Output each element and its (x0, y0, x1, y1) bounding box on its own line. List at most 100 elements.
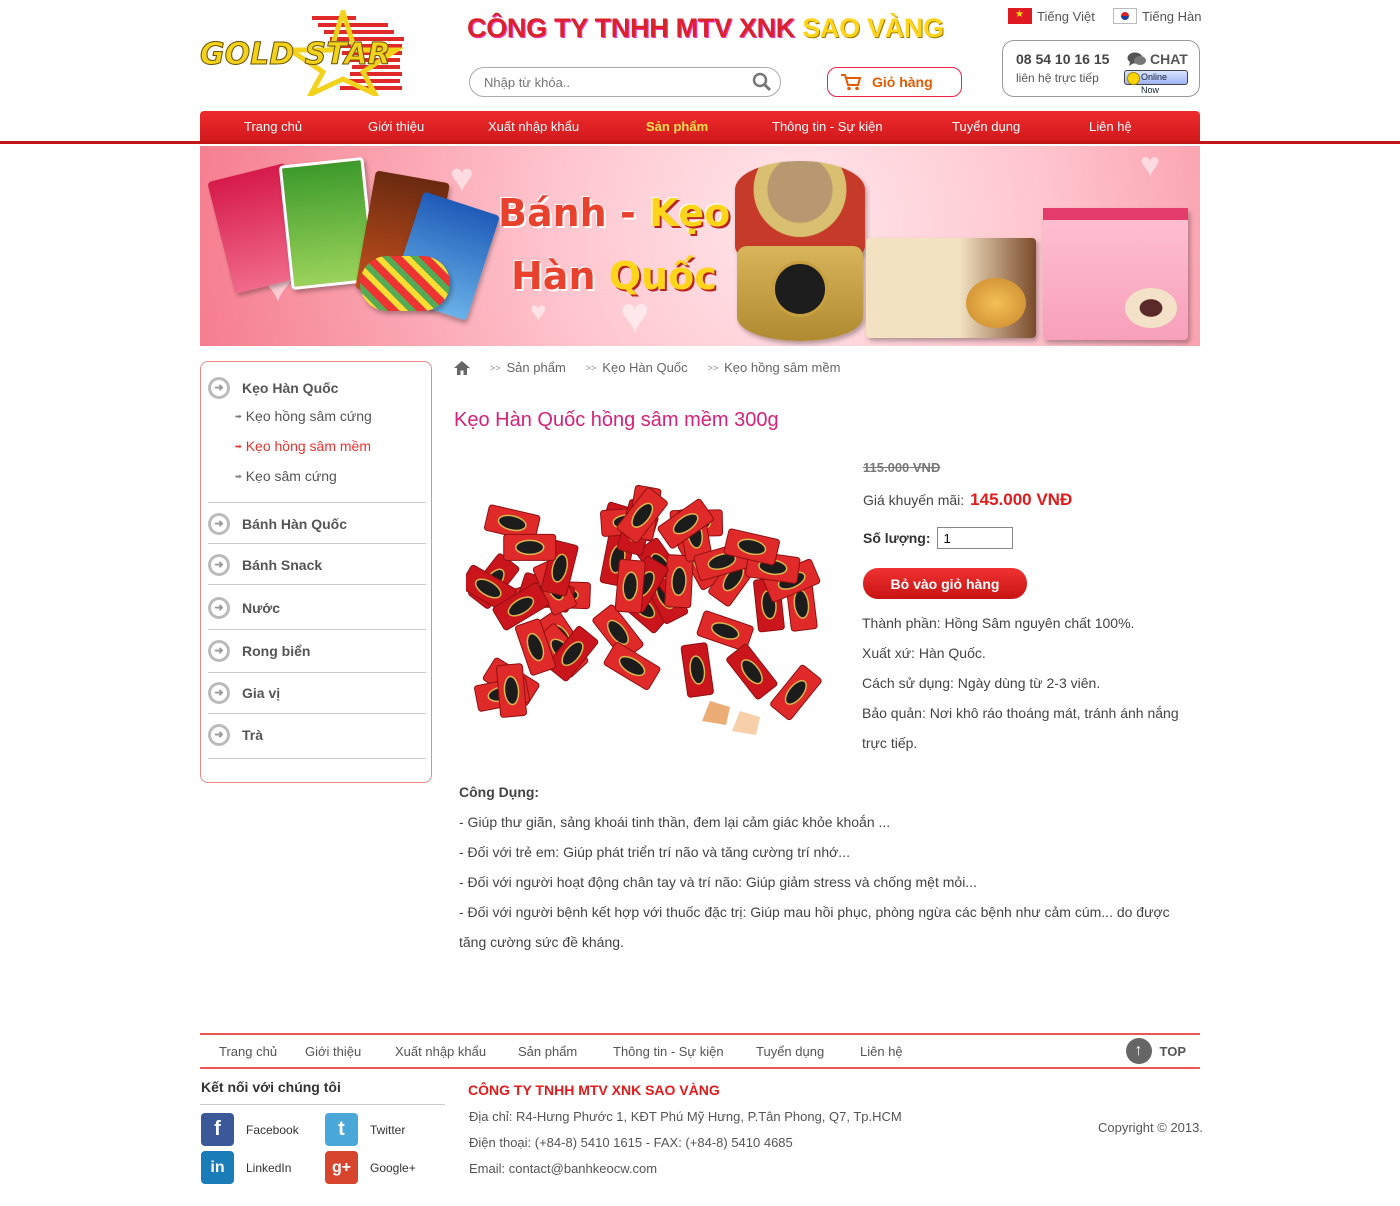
footer-company-name: CÔNG TY TNHH MTV XNK SAO VÀNG (468, 1082, 720, 1098)
arrow-circle-icon: ➜ (208, 513, 230, 535)
category-sidebar: ➜ Kẹo Hàn Quốc ➡ Kẹo hồng sâm cứng ➡ Kẹo… (200, 361, 432, 783)
arrow-circle-icon: ➜ (208, 597, 230, 619)
breadcrumb: >> Sản phẩm >> Kẹo Hàn Quốc >> Kẹo hồng … (454, 360, 840, 375)
nav-products[interactable]: Sản phẩm (646, 119, 708, 134)
breadcrumb-products[interactable]: Sản phẩm (507, 360, 566, 375)
nav-import-export[interactable]: Xuất nhập khẩu (488, 119, 579, 134)
breadcrumb-korean-candy[interactable]: Kẹo Hàn Quốc (602, 360, 687, 375)
original-price: 115.000 VNĐ (863, 460, 941, 475)
footer-address: Địa chỉ: R4-Hưng Phước 1, KĐT Phú Mỹ Hưn… (469, 1109, 902, 1124)
footer-nav-about[interactable]: Giới thiệu (305, 1044, 361, 1059)
footer-nav-import-export[interactable]: Xuất nhập khẩu (395, 1044, 486, 1059)
chat-bubble-icon (1127, 52, 1146, 66)
product-benefits: Công Dụng: - Giúp thư giãn, sảng khoái t… (459, 777, 1189, 957)
cart-icon (841, 74, 862, 91)
spec-ingredients: Thành phần: Hồng Sâm nguyên chất 100%. (862, 615, 1135, 631)
quantity-input[interactable] (936, 527, 1013, 549)
benefits-title: Công Dụng: (459, 784, 540, 800)
footer-nav-careers[interactable]: Tuyển dụng (756, 1044, 824, 1059)
category-korean-candy-link[interactable]: ➜ Kẹo Hàn Quốc (208, 377, 338, 399)
nav-about[interactable]: Giới thiệu (368, 119, 424, 134)
footer-phone: Điện thoại: (+84-8) 5410 1615 - FAX: (+8… (469, 1135, 793, 1150)
nav-contact[interactable]: Liên hệ (1089, 119, 1132, 134)
cart-button[interactable]: Giỏ hàng (827, 67, 962, 97)
product-specs: Thành phần: Hồng Sâm nguyên chất 100%. X… (862, 608, 1192, 758)
bullet-arrow-icon: ➡ (235, 441, 242, 451)
footer-nav-contact[interactable]: Liên hệ (860, 1044, 903, 1059)
category-spices[interactable]: ➜ Gia vị (208, 674, 426, 714)
svg-text:GOLD STAR: GOLD STAR (200, 37, 391, 72)
korea-flag-icon (1113, 8, 1137, 24)
home-icon[interactable] (454, 360, 470, 375)
category-korean-candy: ➜ Kẹo Hàn Quốc ➡ Kẹo hồng sâm cứng ➡ Kẹo… (208, 362, 426, 503)
hotline-caption: liên hệ trực tiếp (1016, 71, 1099, 85)
spec-usage: Cách sử dụng: Ngày dùng từ 2-3 viên. (862, 675, 1101, 691)
search-icon[interactable] (752, 72, 772, 92)
vietnam-flag-icon (1008, 8, 1032, 24)
arrow-circle-icon: ➜ (208, 682, 230, 704)
quantity-row: Số lượng: (863, 527, 1013, 549)
online-now-button[interactable]: Online Now (1124, 70, 1188, 95)
google-plus-icon: g+ (325, 1151, 358, 1184)
linkedin-icon: in (201, 1151, 234, 1184)
product-image[interactable] (466, 478, 826, 743)
add-to-cart-button[interactable]: Bỏ vào giỏ hàng (863, 568, 1027, 599)
seaweed-tin-image (737, 246, 863, 341)
footer-nav-news-events[interactable]: Thông tin - Sự kiện (613, 1044, 724, 1059)
benefit-item: - Đối với trẻ em: Giúp phát triển trí nã… (459, 844, 850, 860)
mixed-candy-image (360, 256, 450, 311)
chocolate-snack-box-image (866, 238, 1036, 338)
category-seaweed[interactable]: ➜ Rong biển (208, 631, 426, 673)
logo[interactable]: GOLD STAR (200, 3, 406, 100)
chat-link[interactable]: CHAT (1127, 51, 1188, 67)
social-linkedin[interactable]: in LinkedIn (201, 1151, 291, 1184)
benefit-item: - Đối với người bệnh kết hợp với thuốc đ… (459, 904, 1170, 950)
divider (200, 1104, 445, 1105)
footer-nav: Trang chủ Giới thiệu Xuất nhập khẩu Sản … (200, 1033, 1200, 1069)
arrow-circle-icon: ➜ (208, 640, 230, 662)
facebook-icon: f (201, 1113, 234, 1146)
footer-nav-products[interactable]: Sản phẩm (518, 1044, 577, 1059)
nav-home[interactable]: Trang chủ (244, 119, 302, 134)
copyright: Copyright © 2013. (1098, 1120, 1203, 1135)
category-drinks[interactable]: ➜ Nước (208, 586, 426, 630)
footer-email[interactable]: Email: contact@banhkeocw.com (469, 1161, 657, 1176)
social-facebook[interactable]: f Facebook (201, 1113, 299, 1146)
lang-korean[interactable]: Tiếng Hàn (1113, 8, 1202, 24)
arrow-circle-icon: ➜ (208, 724, 230, 746)
social-google-plus[interactable]: g+ Google+ (325, 1151, 416, 1184)
company-title: CÔNG TY TNHH MTV XNK SAO VÀNG (467, 13, 944, 43)
search-input[interactable] (484, 68, 744, 96)
subcategory-hard-red-ginseng[interactable]: ➡ Kẹo hồng sâm cứng (235, 408, 372, 424)
mochi-box-image (1043, 208, 1188, 340)
promo-price-row: Giá khuyến mãi: 145.000 VNĐ (863, 490, 1073, 509)
category-korean-cakes[interactable]: ➜ Bánh Hàn Quốc (208, 504, 426, 544)
footer-nav-home[interactable]: Trang chủ (219, 1044, 277, 1059)
subcategory-soft-red-ginseng[interactable]: ➡ Kẹo hồng sâm mềm (235, 438, 371, 454)
benefit-item: - Đối với người hoạt động chân tay và tr… (459, 874, 977, 890)
arrow-circle-icon: ➜ (208, 377, 230, 399)
category-tea[interactable]: ➜ Trà (208, 715, 426, 759)
category-snacks[interactable]: ➜ Bánh Snack (208, 545, 426, 585)
search-box (469, 67, 781, 97)
lang-vietnamese[interactable]: Tiếng Việt (1008, 8, 1095, 24)
social-twitter[interactable]: t Twitter (325, 1113, 405, 1146)
back-to-top-button[interactable]: ↑ TOP (1125, 1038, 1186, 1064)
category-banner: ♥ ♥ ♥ ♥ ♥ ♥ ♥ Bánh - Kẹo Hàn Quốc (200, 146, 1200, 346)
spec-storage: Bảo quản: Nơi khô ráo thoáng mát, tránh … (862, 705, 1179, 751)
arrow-circle-icon: ➜ (208, 554, 230, 576)
arrow-up-icon: ↑ (1125, 1038, 1152, 1064)
subcategory-hard-ginseng[interactable]: ➡ Kẹo sâm cứng (235, 468, 337, 484)
breadcrumb-soft-red-ginseng[interactable]: Kẹo hồng sâm mềm (724, 360, 840, 375)
hotline-number: 08 54 10 16 15 (1016, 51, 1110, 67)
breadcrumb-separator-icon: >> (490, 362, 501, 373)
snack-tin-image (735, 161, 865, 256)
breadcrumb-separator-icon: >> (707, 362, 719, 373)
nav-careers[interactable]: Tuyển dụng (952, 119, 1020, 134)
banner-title-line1: Bánh - Kẹo (498, 191, 731, 235)
twitter-icon: t (325, 1113, 358, 1146)
nav-underline (0, 141, 1400, 144)
nav-news-events[interactable]: Thông tin - Sự kiện (772, 119, 883, 134)
breadcrumb-separator-icon: >> (585, 362, 597, 373)
benefit-item: - Giúp thư giãn, sảng khoái tinh thần, đ… (459, 814, 891, 830)
